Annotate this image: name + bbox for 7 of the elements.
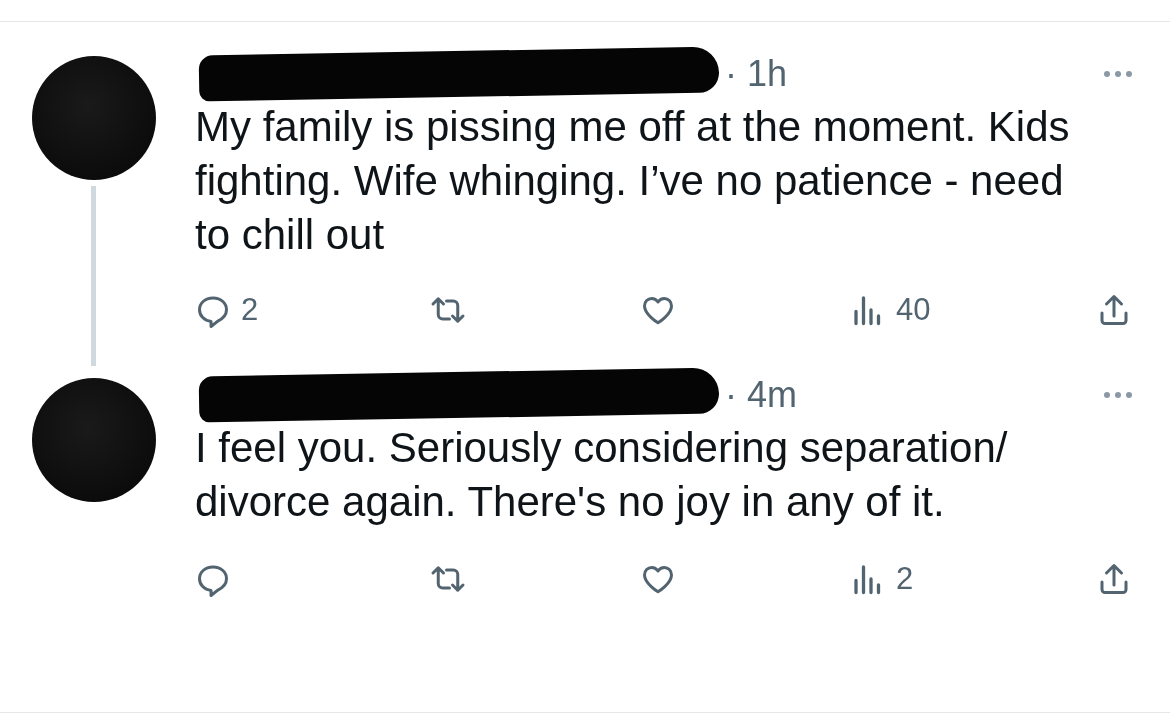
view-count: 40 [896, 292, 931, 328]
post-time: · 4m [725, 374, 797, 416]
post-time: · 1h [725, 53, 788, 95]
post-text: My family is pissing me off at the moment. Kids fighting. Wife whinging. I’ve no patience - need to chill out [195, 102, 1070, 260]
reply-count: 2 [241, 292, 259, 328]
post-text: I feel you. Seriously considering separation/ divorce again. There's no joy in any of it. [195, 423, 1009, 527]
view-count: 2 [896, 561, 914, 597]
